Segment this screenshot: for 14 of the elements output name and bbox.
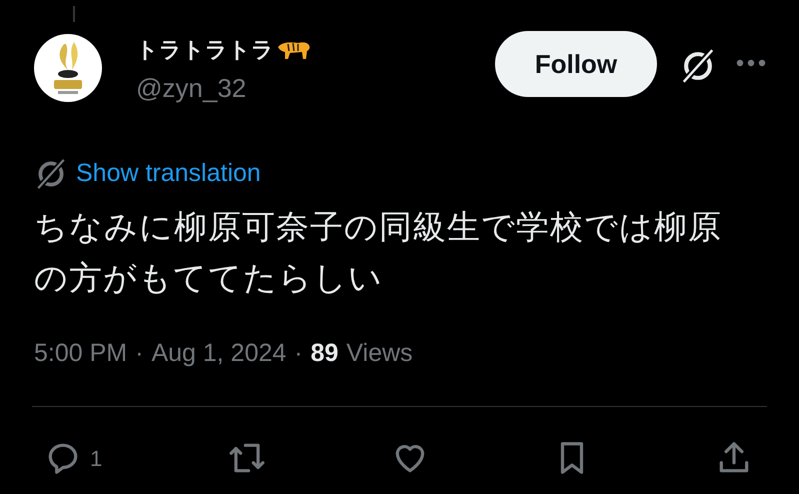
author-handle[interactable]: @zyn_32 — [136, 71, 312, 105]
more-icon[interactable] — [735, 57, 767, 69]
post-text: ちなみに柳原可奈子の同級生で学校では柳原の方がもててたらしい — [34, 206, 723, 298]
post-time[interactable]: 5:00 PM — [34, 334, 128, 372]
show-translation-link[interactable]: Show translation — [76, 155, 261, 192]
separator-dot: · — [135, 338, 144, 368]
views-count: 89 — [310, 338, 338, 368]
separator-dot: · — [294, 338, 303, 368]
reply-count: 1 — [90, 444, 104, 472]
follow-button[interactable]: Follow — [495, 31, 657, 97]
author-name[interactable]: トラトラトラ — [136, 35, 274, 65]
post-date[interactable]: Aug 1, 2024 — [151, 334, 286, 372]
avatar[interactable] — [34, 34, 102, 102]
views-label: Views — [346, 338, 413, 368]
